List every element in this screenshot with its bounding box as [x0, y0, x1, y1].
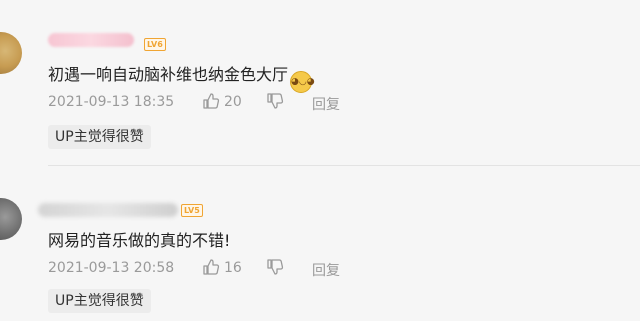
level-badge: LV5: [181, 204, 203, 217]
reply-button[interactable]: 回复: [312, 260, 340, 280]
avatar[interactable]: [0, 198, 22, 240]
thumbs-down-icon[interactable]: [266, 258, 284, 276]
thumbs-up-icon[interactable]: [202, 258, 220, 276]
username-blurred[interactable]: [38, 203, 178, 217]
comment-item: LV5 网易的音乐做的真的不错! 2021-09-13 20:58 16 回复 …: [0, 0, 640, 321]
comment-time: 2021-09-13 20:58: [48, 260, 175, 276]
comment-text: 网易的音乐做的真的不错!: [48, 231, 231, 250]
like-count: 16: [224, 260, 242, 276]
up-liked-badge: UP主觉得很赞: [48, 289, 151, 313]
